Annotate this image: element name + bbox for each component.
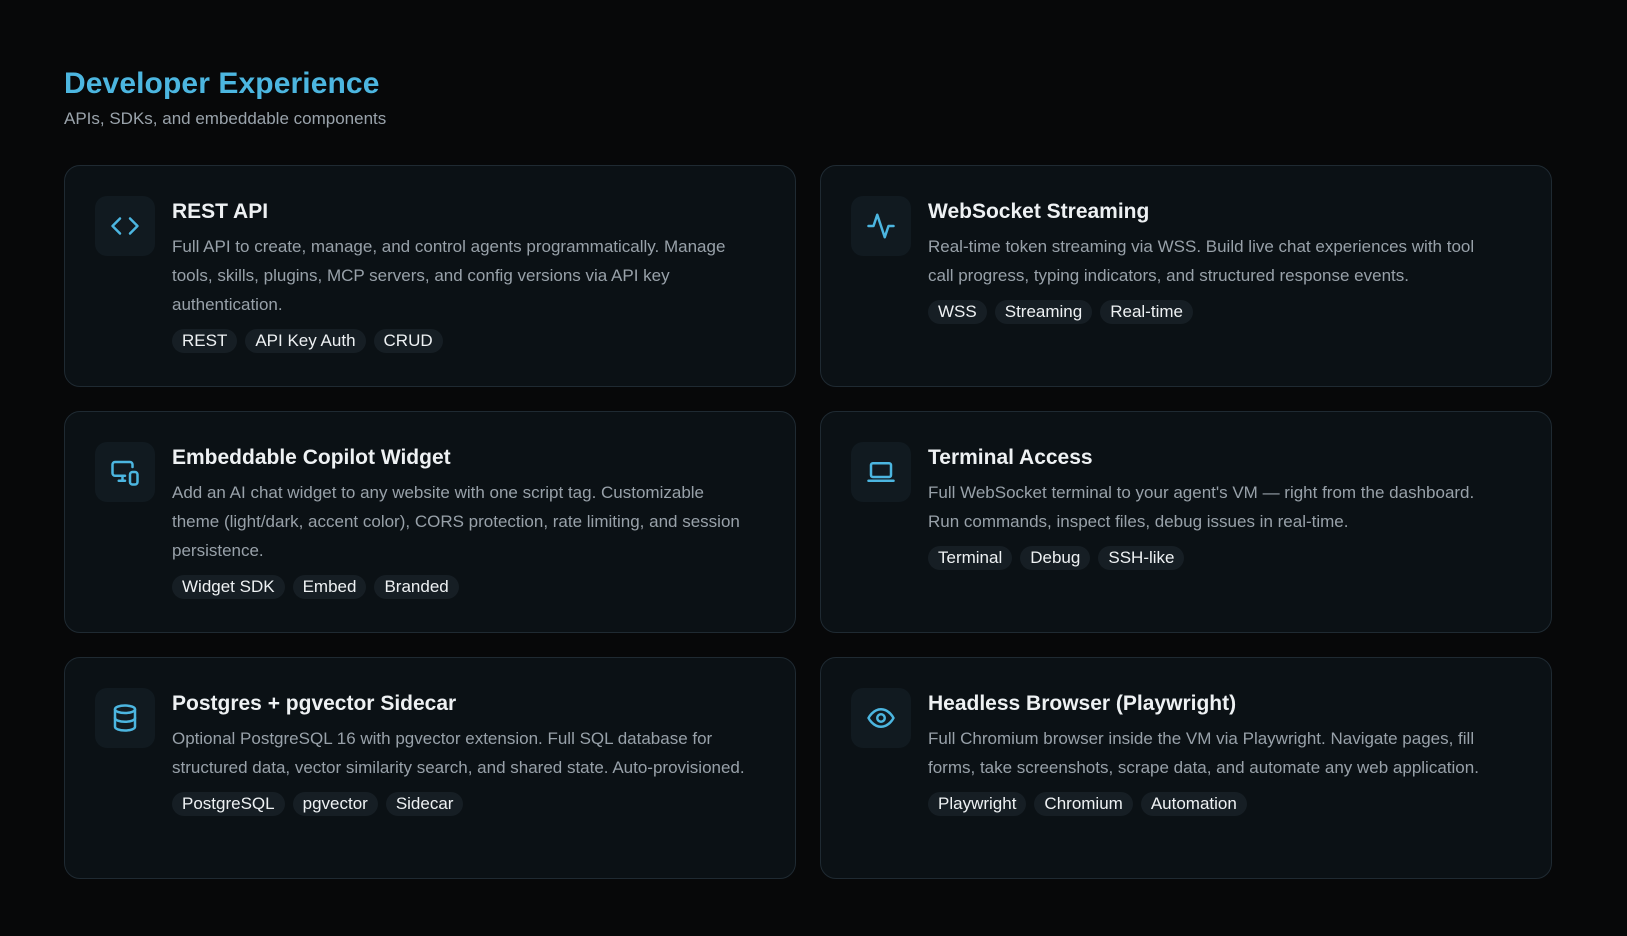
feature-card-rest-api: REST API Full API to create, manage, and… xyxy=(64,165,796,387)
card-description: Full API to create, manage, and control … xyxy=(172,237,726,314)
card-title: REST API xyxy=(172,200,269,223)
tag: Playwright xyxy=(928,792,1027,816)
page-title: Developer Experience xyxy=(64,67,380,100)
tag: Branded xyxy=(374,575,459,599)
tag-list: WSS Streaming Real-time xyxy=(928,300,1501,324)
tag: SSH-like xyxy=(1098,546,1185,570)
card-description: Full Chromium browser inside the VM via … xyxy=(928,729,1479,777)
tag: Embed xyxy=(292,575,367,599)
tag-list: PostgreSQL pgvector Sidecar xyxy=(172,792,745,816)
card-description: Optional PostgreSQL 16 with pgvector ext… xyxy=(172,729,745,777)
tag: REST xyxy=(172,329,238,353)
database-icon xyxy=(95,688,155,748)
card-description: Full WebSocket terminal to your agent's … xyxy=(928,483,1475,531)
tag: Streaming xyxy=(994,300,1093,324)
tag: WSS xyxy=(928,300,987,324)
feature-card-copilot-widget: Embeddable Copilot Widget Add an AI chat… xyxy=(64,411,796,633)
tag-list: Playwright Chromium Automation xyxy=(928,792,1501,816)
tag-list: Widget SDK Embed Branded xyxy=(172,575,745,599)
feature-card-websocket-streaming: WebSocket Streaming Real-time token stre… xyxy=(820,165,1552,387)
tag: Widget SDK xyxy=(172,575,285,599)
tag: Terminal xyxy=(928,546,1013,570)
feature-grid: REST API Full API to create, manage, and… xyxy=(64,165,1552,879)
card-body: Headless Browser (Playwright) Full Chrom… xyxy=(928,688,1521,816)
card-title: Postgres + pgvector Sidecar xyxy=(172,692,457,715)
tag: Debug xyxy=(1020,546,1091,570)
card-title: WebSocket Streaming xyxy=(928,200,1150,223)
tag: API Key Auth xyxy=(245,329,366,353)
page-subtitle: APIs, SDKs, and embeddable components xyxy=(64,109,387,128)
feature-card-postgres-sidecar: Postgres + pgvector Sidecar Optional Pos… xyxy=(64,657,796,879)
card-description: Real-time token streaming via WSS. Build… xyxy=(928,237,1475,285)
tag: Automation xyxy=(1140,792,1247,816)
card-body: Terminal Access Full WebSocket terminal … xyxy=(928,442,1521,570)
card-body: REST API Full API to create, manage, and… xyxy=(172,196,765,353)
tag: pgvector xyxy=(292,792,378,816)
tag: CRUD xyxy=(373,329,443,353)
card-title: Headless Browser (Playwright) xyxy=(928,692,1237,715)
tag: PostgreSQL xyxy=(172,792,285,816)
card-title: Terminal Access xyxy=(928,446,1093,469)
feature-card-terminal-access: Terminal Access Full WebSocket terminal … xyxy=(820,411,1552,633)
card-body: Embeddable Copilot Widget Add an AI chat… xyxy=(172,442,765,599)
activity-icon xyxy=(851,196,911,256)
section-header: Developer Experience APIs, SDKs, and emb… xyxy=(64,64,1552,131)
code-icon xyxy=(95,196,155,256)
tag-list: Terminal Debug SSH-like xyxy=(928,546,1501,570)
card-description: Add an AI chat widget to any website wit… xyxy=(172,483,740,560)
card-body: Postgres + pgvector Sidecar Optional Pos… xyxy=(172,688,765,816)
tag-list: REST API Key Auth CRUD xyxy=(172,329,745,353)
card-body: WebSocket Streaming Real-time token stre… xyxy=(928,196,1521,324)
devices-icon xyxy=(95,442,155,502)
tag: Real-time xyxy=(1100,300,1193,324)
tag: Sidecar xyxy=(385,792,464,816)
eye-icon xyxy=(851,688,911,748)
card-title: Embeddable Copilot Widget xyxy=(172,446,451,469)
tag: Chromium xyxy=(1034,792,1133,816)
feature-card-headless-browser: Headless Browser (Playwright) Full Chrom… xyxy=(820,657,1552,879)
laptop-icon xyxy=(851,442,911,502)
